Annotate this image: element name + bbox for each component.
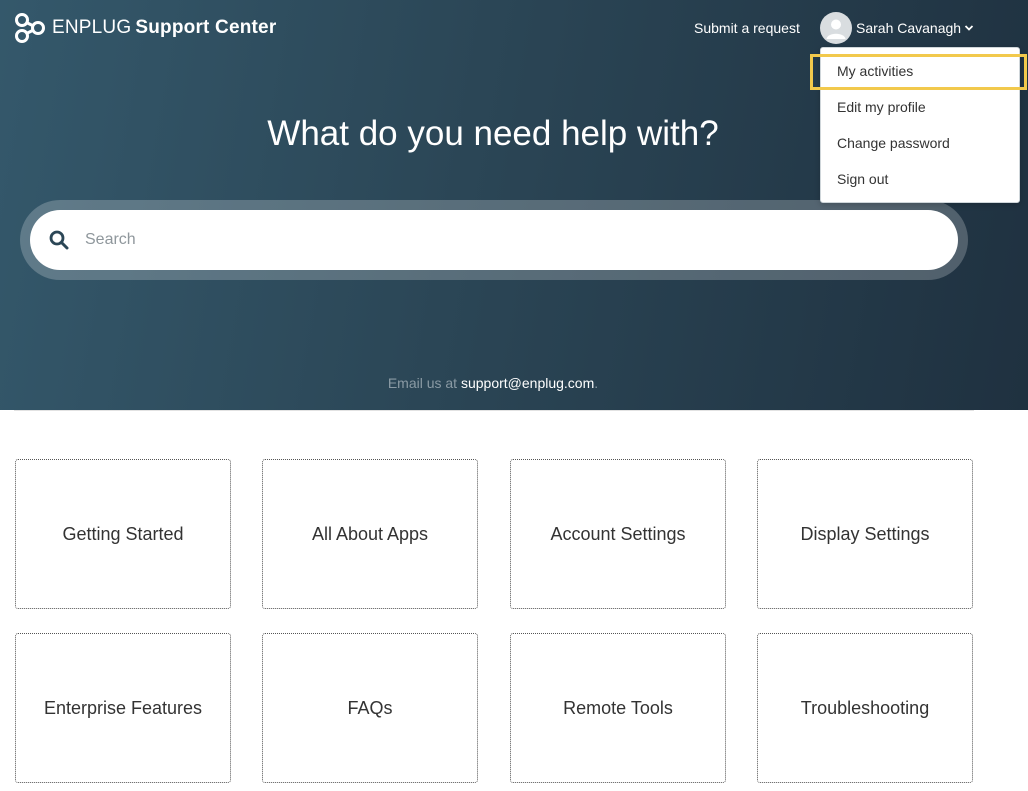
section-divider (14, 410, 974, 411)
user-name: Sarah Cavanagh (856, 20, 962, 36)
menu-item-edit-profile[interactable]: Edit my profile (837, 92, 926, 122)
submit-request-link[interactable]: Submit a request (694, 20, 800, 36)
menu-item-sign-out[interactable]: Sign out (837, 164, 888, 194)
user-avatar-icon (820, 12, 852, 44)
contact-prefix: Email us at (387, 375, 461, 391)
search-icon (49, 230, 69, 250)
category-card-getting-started[interactable]: Getting Started (15, 459, 231, 609)
highlight-box (810, 54, 1027, 90)
contact-suffix: . (594, 375, 599, 391)
enplug-logo[interactable]: ENPLUG Support Center (14, 12, 276, 44)
category-card-all-about-apps[interactable]: All About Apps (262, 459, 478, 609)
chevron-down-icon (964, 25, 974, 31)
contact-line: Email us at support@enplug.com. (0, 375, 986, 391)
category-card-enterprise-features[interactable]: Enterprise Features (15, 633, 231, 783)
search-input[interactable] (85, 220, 905, 260)
category-card-troubleshooting[interactable]: Troubleshooting (757, 633, 973, 783)
user-menu-toggle[interactable]: Sarah Cavanagh (820, 12, 974, 44)
search-bar (30, 210, 958, 270)
category-card-display-settings[interactable]: Display Settings (757, 459, 973, 609)
category-card-remote-tools[interactable]: Remote Tools (510, 633, 726, 783)
category-card-account-settings[interactable]: Account Settings (510, 459, 726, 609)
logo-suffix: Support Center (135, 17, 277, 38)
enplug-logo-icon (15, 13, 45, 43)
category-card-faqs[interactable]: FAQs (262, 633, 478, 783)
support-email-link[interactable]: support@enplug.com (461, 375, 594, 391)
logo-text: ENPLUG Support Center (52, 17, 276, 39)
menu-item-change-password[interactable]: Change password (837, 128, 950, 158)
logo-brand: ENPLUG (52, 17, 132, 38)
